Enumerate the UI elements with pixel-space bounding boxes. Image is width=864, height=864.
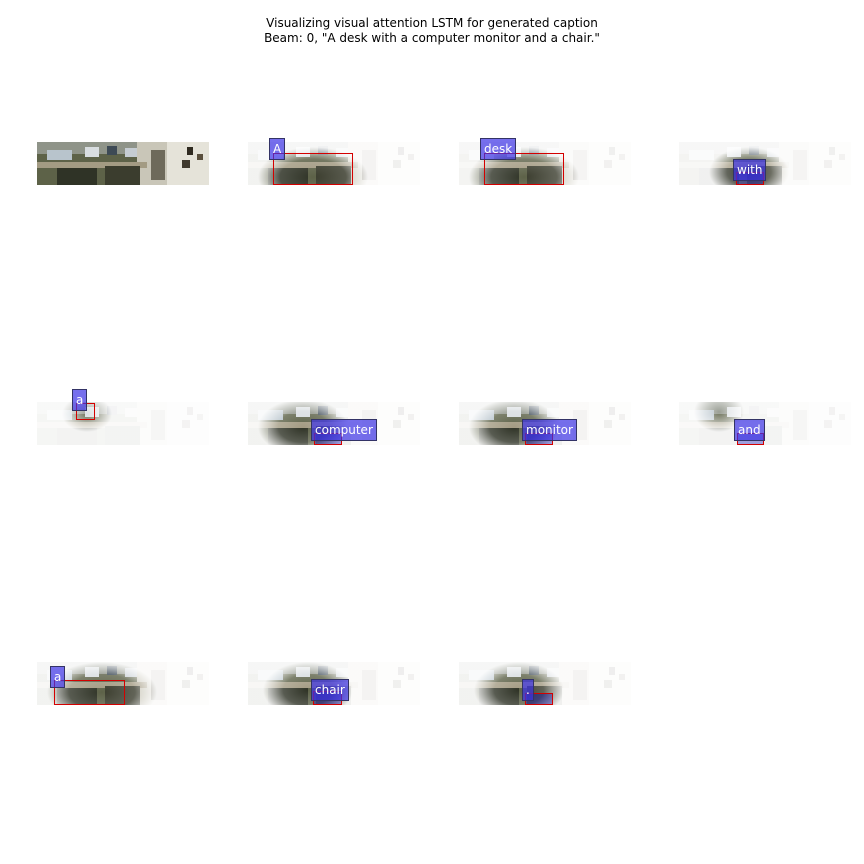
word-label-6: monitor bbox=[522, 419, 577, 441]
word-label-7: and bbox=[734, 419, 765, 441]
word-label-2: desk bbox=[480, 138, 517, 160]
word-label-8: a bbox=[50, 666, 66, 688]
word-label-5: computer bbox=[311, 419, 377, 441]
word-label-1: A bbox=[269, 138, 286, 160]
word-label-10: . bbox=[522, 679, 534, 701]
attention-heatmap-7 bbox=[679, 402, 851, 445]
original-image-panel bbox=[37, 142, 209, 185]
word-label-9: chair bbox=[311, 679, 349, 701]
attention-panel-7 bbox=[679, 402, 851, 445]
original-image bbox=[37, 142, 209, 185]
title-line-1: Visualizing visual attention LSTM for ge… bbox=[266, 16, 598, 30]
word-label-4: a bbox=[72, 389, 88, 411]
attention-panel-4 bbox=[37, 402, 209, 445]
word-label-3: with bbox=[733, 159, 767, 181]
attention-heatmap-4 bbox=[37, 402, 209, 445]
title-line-2: Beam: 0, "A desk with a computer monitor… bbox=[264, 31, 600, 45]
